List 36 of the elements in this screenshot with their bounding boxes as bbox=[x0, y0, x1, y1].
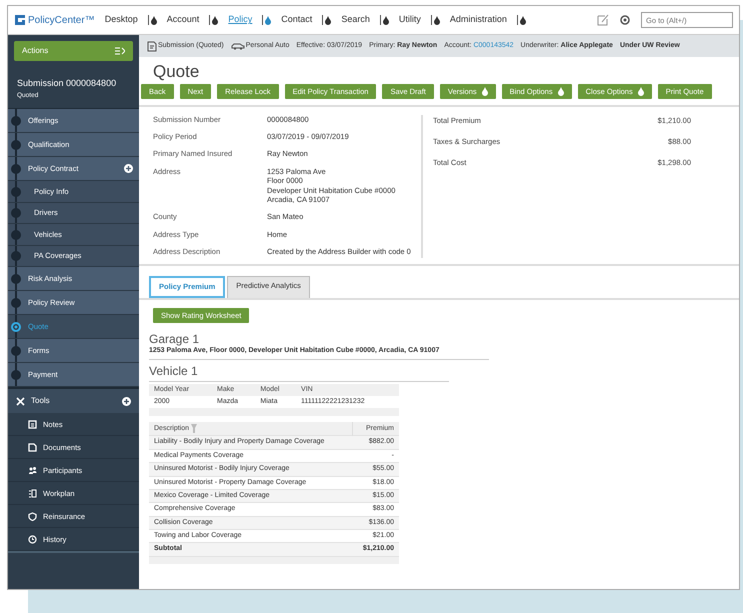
logo-icon bbox=[14, 14, 26, 26]
nav-tab[interactable]: Utility bbox=[398, 13, 421, 27]
dropdown-icon bbox=[520, 16, 526, 24]
section-heading: Garage 1 bbox=[149, 332, 200, 346]
expand-icon bbox=[122, 396, 131, 406]
history-icon bbox=[28, 534, 37, 544]
dropdown-icon bbox=[382, 16, 389, 24]
tools-heading: Tools bbox=[31, 395, 51, 408]
dropdown-icon bbox=[434, 16, 440, 24]
list-icon bbox=[115, 47, 125, 55]
section-heading: Vehicle 1 bbox=[149, 365, 449, 382]
app-name: PolicyCenter™ bbox=[28, 14, 95, 28]
tools-icon bbox=[16, 396, 25, 406]
dropdown-icon bbox=[212, 16, 218, 24]
edit-icon bbox=[597, 14, 609, 26]
dropdown-icon bbox=[265, 16, 272, 24]
checklist-icon bbox=[28, 488, 37, 498]
shield-icon bbox=[28, 512, 37, 521]
people-icon bbox=[28, 466, 37, 475]
document-icon bbox=[28, 442, 37, 452]
nav-tab[interactable]: Desktop bbox=[104, 13, 138, 27]
nav-tab[interactable]: Policy bbox=[228, 13, 252, 27]
form-icon bbox=[147, 40, 157, 52]
page-title: Quote bbox=[153, 63, 200, 82]
filter-icon bbox=[191, 424, 198, 434]
submission-title: Submission 0000084800 bbox=[17, 77, 118, 90]
nav-tab[interactable]: Contact bbox=[281, 13, 312, 27]
expand-icon bbox=[124, 164, 133, 174]
car-icon bbox=[230, 42, 245, 50]
notes-icon bbox=[28, 420, 37, 429]
nav-tab[interactable]: Administration bbox=[450, 13, 507, 27]
settings-icon bbox=[619, 14, 631, 26]
nav-tab[interactable]: Account bbox=[166, 13, 200, 27]
dropdown-icon bbox=[150, 16, 157, 24]
dropdown-icon bbox=[325, 16, 332, 24]
nav-tab[interactable]: Search bbox=[341, 13, 370, 27]
